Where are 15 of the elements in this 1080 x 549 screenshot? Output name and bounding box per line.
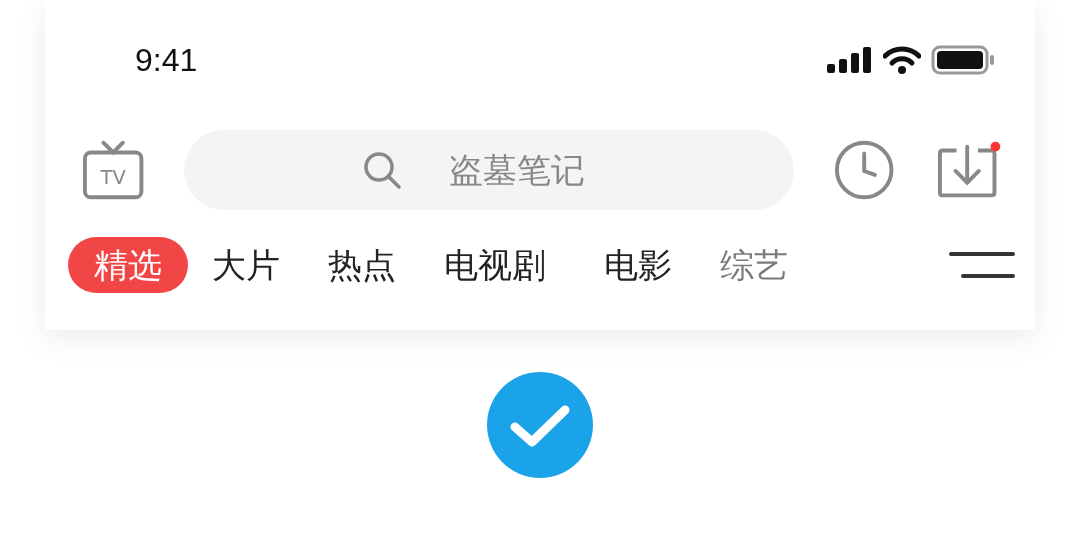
- category-tab[interactable]: 电影: [580, 237, 696, 293]
- category-tab[interactable]: 综艺: [696, 237, 812, 293]
- clock-icon[interactable]: [834, 139, 895, 201]
- wifi-icon: [883, 46, 921, 74]
- category-tab[interactable]: 电视剧: [420, 237, 570, 293]
- category-tab[interactable]: 热点: [304, 237, 420, 293]
- status-time: 9:41: [135, 41, 198, 80]
- category-tab[interactable]: 大片: [188, 237, 304, 293]
- search-icon: [362, 150, 403, 190]
- battery-icon: [931, 45, 995, 75]
- signal-icon: [827, 47, 873, 73]
- menu-icon[interactable]: [949, 250, 1015, 280]
- category-tab[interactable]: 精选: [68, 237, 188, 293]
- search-field[interactable]: 盗墓笔记: [184, 130, 795, 210]
- download-icon[interactable]: [936, 140, 1001, 200]
